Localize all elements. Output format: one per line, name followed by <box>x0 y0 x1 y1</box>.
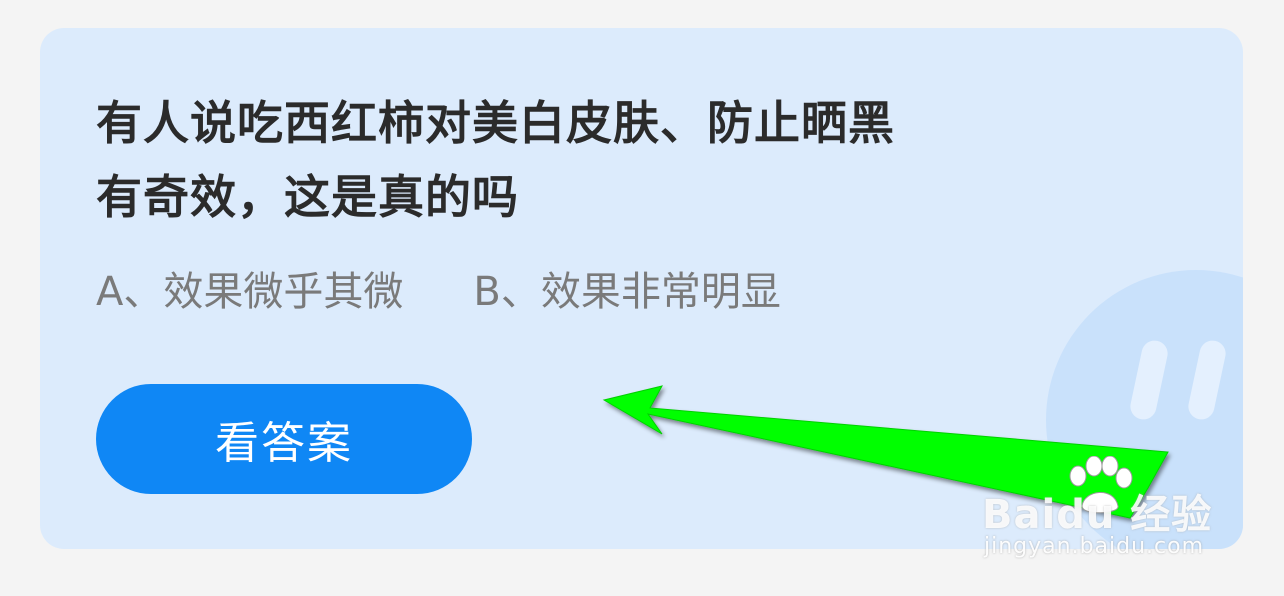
view-answer-button[interactable]: 看答案 <box>96 384 472 494</box>
page: 有人说吃西红柿对美白皮肤、防止晒黑 有奇效，这是真的吗 A、效果微乎其微 B、效… <box>0 0 1284 596</box>
option-b[interactable]: B、效果非常明显 <box>473 260 780 324</box>
question-line-1: 有人说吃西红柿对美白皮肤、防止晒黑 <box>96 96 895 150</box>
question-text: 有人说吃西红柿对美白皮肤、防止晒黑 有奇效，这是真的吗 <box>96 86 1176 234</box>
option-a[interactable]: A、效果微乎其微 <box>96 260 403 324</box>
watermark-url: jingyan.baidu.com <box>984 534 1205 559</box>
baidu-jingyan-logo: Baidu 经验 <box>982 492 1213 538</box>
question-line-2: 有奇效，这是真的吗 <box>96 170 519 224</box>
baidu-watermark: Baidu 经验 jingyan.baidu.com <box>982 456 1222 576</box>
answer-options: A、效果微乎其微 B、效果非常明显 <box>96 260 781 324</box>
